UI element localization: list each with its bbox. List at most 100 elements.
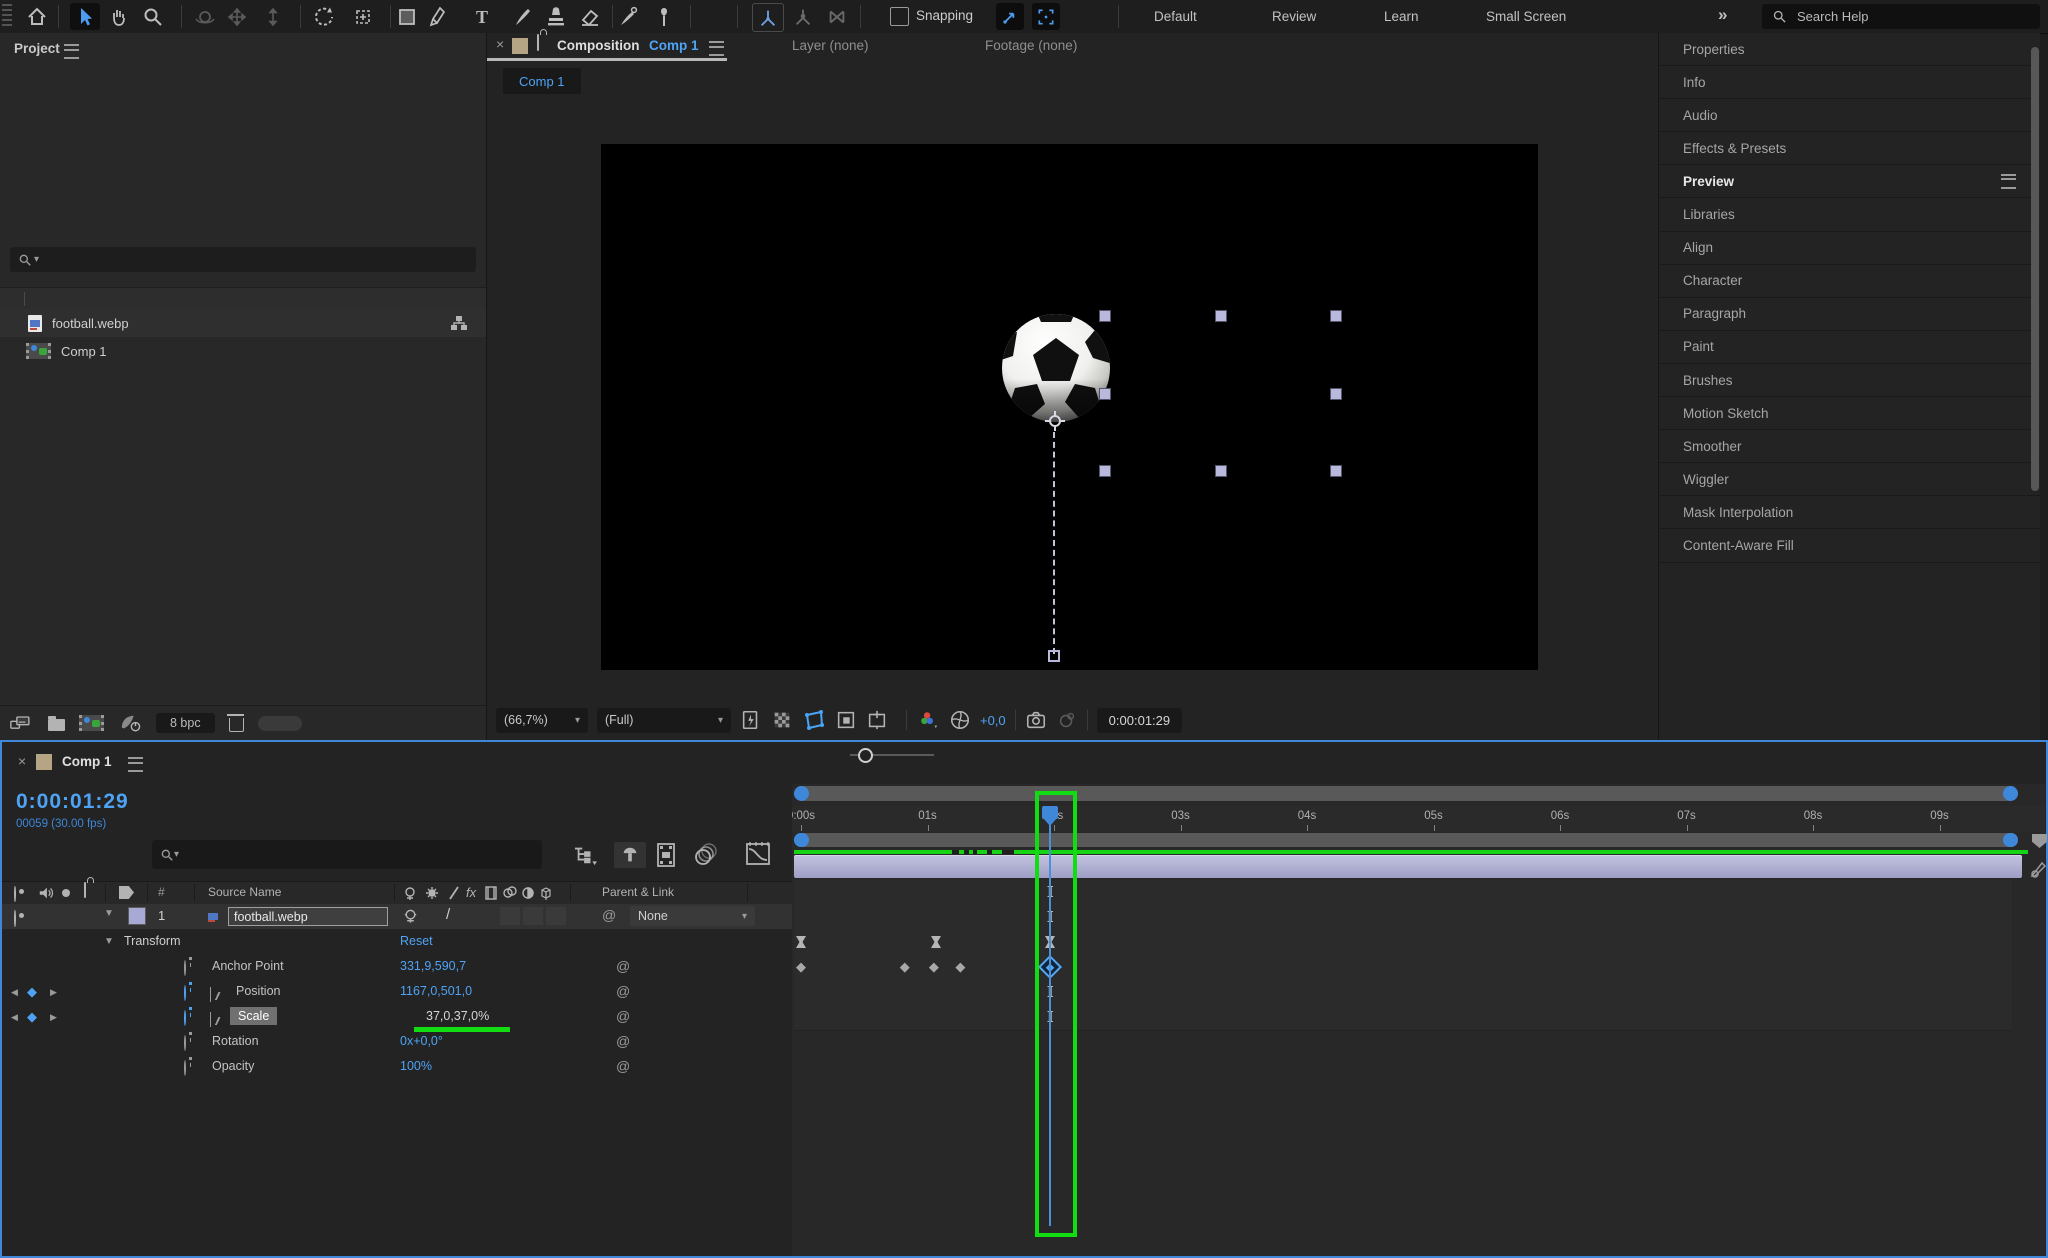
previous-keyframe-button[interactable]: ◀: [11, 987, 18, 998]
snapshot-icon[interactable]: [1025, 709, 1047, 731]
property-name[interactable]: Position: [236, 984, 280, 998]
panel-tab-character[interactable]: Character: [1659, 265, 2040, 298]
new-folder-icon[interactable]: [48, 719, 65, 731]
next-keyframe-button[interactable]: ▶: [50, 1012, 57, 1023]
footage-viewer-tab[interactable]: Footage (none): [985, 38, 1077, 53]
graph-editor-icon[interactable]: [744, 840, 772, 868]
hand-tool[interactable]: [104, 3, 134, 30]
parent-dropdown[interactable]: None ▾: [630, 906, 755, 926]
work-area-start-handle[interactable]: [794, 833, 809, 847]
time-navigator-bar[interactable]: [792, 784, 2045, 804]
current-timecode[interactable]: 0:00:01:29: [16, 790, 129, 814]
property-pick-whip-icon[interactable]: @: [616, 1058, 630, 1074]
channel-rgb-icon[interactable]: [916, 709, 940, 731]
timeline-search-box[interactable]: ▾: [152, 840, 542, 869]
panel-tab-preview[interactable]: Preview: [1659, 165, 2040, 198]
help-search-input[interactable]: [1795, 8, 1999, 25]
property-pick-whip-icon[interactable]: @: [616, 1033, 630, 1049]
panel-tab-effects-presets[interactable]: Effects & Presets: [1659, 132, 2040, 165]
pen-tool[interactable]: [424, 3, 454, 30]
property-value[interactable]: 0x+0,0°: [400, 1034, 443, 1048]
keyframe-diamond-icon[interactable]: ◆: [955, 959, 965, 975]
region-of-interest-icon[interactable]: [835, 709, 857, 731]
hold-keyframe-icon[interactable]: [930, 935, 942, 949]
property-pick-whip-icon[interactable]: @: [616, 958, 630, 974]
clone-stamp-tool[interactable]: [541, 3, 571, 30]
stopwatch-icon[interactable]: [184, 985, 186, 1001]
show-snapshot-icon[interactable]: [1056, 709, 1078, 731]
graph-overlay-icon[interactable]: [210, 1012, 211, 1027]
exposure-value[interactable]: +0,0: [980, 713, 1006, 728]
anchor-point-icon[interactable]: [1045, 411, 1065, 431]
group-expand-chevron[interactable]: ▼: [104, 936, 114, 947]
layer-label-swatch[interactable]: [128, 907, 146, 925]
transform-reset-link[interactable]: Reset: [400, 934, 433, 948]
layer-expand-chevron[interactable]: ▼: [104, 908, 114, 919]
motion-path-end-keyframe[interactable]: [1048, 650, 1060, 662]
mask-visibility-icon[interactable]: [802, 708, 826, 732]
puppet-pin-tool[interactable]: [649, 3, 679, 30]
stopwatch-icon[interactable]: [184, 1035, 186, 1051]
project-item-row[interactable]: Comp 1: [0, 337, 486, 365]
composition-tab-label[interactable]: Composition: [557, 38, 640, 53]
stopwatch-icon[interactable]: [184, 1060, 186, 1076]
panel-tab-paragraph[interactable]: Paragraph: [1659, 298, 2040, 331]
stopwatch-icon[interactable]: [184, 960, 186, 976]
world-axis-mode-button[interactable]: [788, 3, 818, 30]
close-tab-icon[interactable]: ×: [18, 753, 26, 769]
project-panel-menu-icon[interactable]: [64, 44, 79, 59]
rotation-tool[interactable]: [309, 3, 339, 30]
toolbar-grip[interactable]: [2, 4, 12, 29]
view-axis-mode-button[interactable]: [822, 3, 852, 30]
property-value[interactable]: 37,0,37,0%: [426, 1009, 489, 1023]
snap-arrow-toggle[interactable]: [996, 3, 1024, 30]
keyframe-toggle-diamond[interactable]: ◆: [27, 984, 37, 1000]
lock-icon[interactable]: [537, 34, 539, 51]
project-search-box[interactable]: ▾: [10, 247, 476, 272]
project-bpc-button[interactable]: 8 bpc: [156, 713, 215, 733]
property-row-position[interactable]: ◀◆▶Position1167,0,501,0@: [2, 980, 792, 1005]
panel-tab-align[interactable]: Align: [1659, 232, 2040, 265]
transparency-grid-icon[interactable]: [771, 709, 793, 731]
sidebar-scrollbar[interactable]: [2031, 47, 2039, 491]
layer-row[interactable]: ▼ 1 football.webp / @ None ▾: [2, 904, 792, 930]
panel-tab-motion-sketch[interactable]: Motion Sketch: [1659, 397, 2040, 430]
grid-guides-icon[interactable]: [866, 709, 888, 731]
render-engine-icon[interactable]: [118, 713, 142, 733]
keyframe-diamond-icon[interactable]: ◆: [900, 959, 910, 975]
fast-preview-icon[interactable]: [740, 709, 762, 731]
eraser-tool[interactable]: [575, 3, 605, 30]
next-keyframe-button[interactable]: ▶: [50, 987, 57, 998]
transform-group-row[interactable]: ▼ Transform Reset: [2, 930, 792, 955]
workspace-tab-review[interactable]: Review: [1258, 0, 1330, 33]
timeline-menu-icon[interactable]: [128, 757, 143, 772]
brush-tool[interactable]: [508, 3, 538, 30]
motion-blur-icon[interactable]: [692, 842, 722, 868]
project-item-row[interactable]: football.webp: [0, 309, 486, 337]
layer-name-field[interactable]: football.webp: [228, 907, 388, 926]
navigator-end-handle[interactable]: [2003, 786, 2018, 801]
viewer-timecode[interactable]: 0:00:01:29: [1097, 708, 1182, 733]
composition-tab-comp-name[interactable]: Comp 1: [649, 38, 699, 53]
work-area-bar[interactable]: [792, 832, 2045, 849]
selection-handle[interactable]: [1099, 310, 1111, 322]
property-pick-whip-icon[interactable]: @: [616, 983, 630, 999]
home-tool[interactable]: [22, 3, 52, 30]
resolution-dropdown[interactable]: (Full)▾: [597, 708, 731, 733]
layer-viewer-tab[interactable]: Layer (none): [792, 38, 869, 53]
frame-blending-icon[interactable]: [654, 842, 678, 868]
close-tab-icon[interactable]: ×: [496, 36, 504, 52]
property-name[interactable]: Opacity: [212, 1059, 254, 1073]
keyframe-diamond-icon[interactable]: ◆: [929, 959, 939, 975]
composition-canvas[interactable]: [601, 144, 1538, 670]
exposure-icon[interactable]: [949, 709, 971, 731]
navigator-start-handle[interactable]: [794, 786, 809, 801]
parent-pick-whip-icon[interactable]: @: [602, 907, 616, 923]
selection-handle[interactable]: [1330, 388, 1342, 400]
new-composition-icon[interactable]: [79, 715, 104, 731]
panel-tab-libraries[interactable]: Libraries: [1659, 199, 2040, 232]
rectangle-tool[interactable]: [392, 3, 422, 30]
layer-quality-switch[interactable]: /: [446, 906, 450, 923]
panel-menu-icon[interactable]: [2001, 174, 2016, 189]
panel-tab-properties[interactable]: Properties: [1659, 33, 2040, 66]
